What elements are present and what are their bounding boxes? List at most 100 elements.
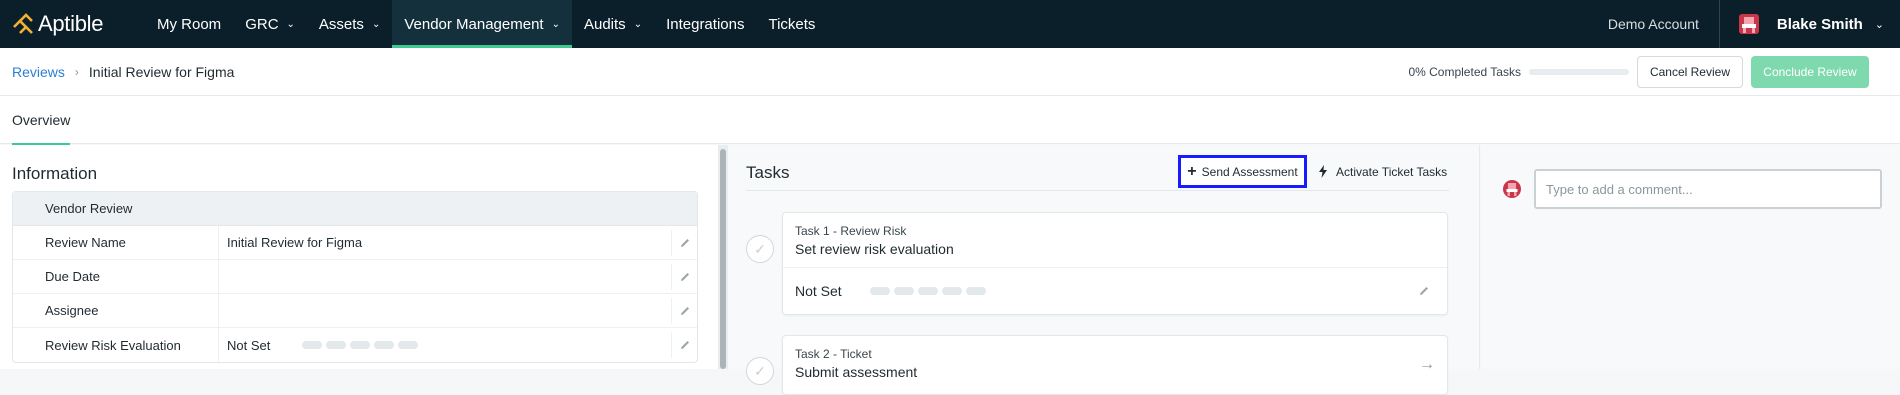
info-label: Assignee (13, 293, 219, 328)
chevron-down-icon: ⌄ (633, 18, 643, 30)
aptible-logo-icon (13, 13, 33, 34)
nav-item-my-room[interactable]: My Room (145, 0, 233, 48)
edit-due-date-button[interactable] (671, 264, 697, 290)
nav-item-grc[interactable]: GRC ⌄ (233, 0, 307, 48)
comments-panel (1481, 145, 1900, 369)
risk-dot (917, 287, 938, 295)
chevron-right-icon: › (74, 64, 79, 79)
edit-review-name-button[interactable] (671, 230, 697, 256)
nav-label: Audits (583, 15, 626, 33)
demo-account-link[interactable]: Demo Account (1588, 0, 1720, 48)
risk-level-indicator (869, 287, 990, 295)
information-table: Vendor Review Review Name Initial Review… (12, 191, 698, 363)
edit-risk-evaluation-button[interactable] (671, 332, 697, 358)
tasks-panel: Tasks + Send Assessment Activate Ticket … (728, 145, 1480, 395)
cancel-review-button[interactable]: Cancel Review (1636, 55, 1743, 88)
info-label: Review Risk Evaluation (13, 328, 219, 362)
activate-ticket-tasks-label: Activate Ticket Tasks (1336, 164, 1448, 179)
pencil-icon (680, 273, 689, 281)
user-avatar-icon (1738, 14, 1759, 34)
page-header: Reviews › Initial Review for Figma 0% Co… (0, 48, 1900, 96)
task-name: Submit assessment (795, 364, 918, 380)
info-row-review-name: Review Name Initial Review for Figma (13, 225, 697, 260)
task-name: Set review risk evaluation (795, 241, 954, 257)
arrow-right-icon[interactable]: → (1419, 356, 1435, 374)
user-name: Blake Smith (1776, 15, 1863, 33)
send-assessment-button[interactable]: + Send Assessment (1178, 155, 1307, 188)
chevron-down-icon: ⌄ (371, 18, 381, 30)
nav-right: Demo Account Blake Smith ⌄ (1588, 0, 1900, 48)
chevron-down-icon: ⌄ (551, 18, 560, 30)
risk-level-indicator (302, 341, 422, 349)
task-card[interactable]: Task 2 - Ticket Submit assessment → (782, 335, 1448, 395)
info-value: Not Set (219, 338, 422, 353)
brand-logo[interactable]: Aptible (12, 11, 132, 37)
nav-label: Assets (318, 15, 364, 33)
panel-scrollbar[interactable] (718, 145, 728, 369)
header-actions: 0% Completed Tasks Cancel Review Conclud… (1408, 55, 1869, 88)
nav-label: Vendor Management (404, 15, 544, 33)
breadcrumb-reviews-link[interactable]: Reviews (12, 64, 65, 80)
check-icon: ✓ (754, 362, 766, 379)
task-subtitle: Task 2 - Ticket (795, 347, 872, 361)
activate-ticket-tasks-button[interactable]: Activate Ticket Tasks (1318, 155, 1447, 188)
top-navigation: Aptible My Room GRC ⌄ Assets ⌄ Vendor Mana… (0, 0, 1900, 48)
comment-input[interactable] (1534, 169, 1882, 209)
nav-label: GRC (245, 15, 279, 33)
task-header: Task 2 - Ticket Submit assessment (783, 336, 1447, 391)
info-row-assignee: Assignee (13, 293, 697, 328)
tab-bar: Overview (0, 96, 1900, 145)
pencil-icon (680, 307, 689, 315)
task-complete-checkbox[interactable]: ✓ (746, 235, 774, 263)
user-avatar-icon (1503, 180, 1521, 198)
info-label: Review Name (13, 225, 219, 260)
risk-dot (326, 341, 347, 349)
risk-dot (893, 287, 914, 295)
user-menu[interactable]: Blake Smith ⌄ (1720, 0, 1900, 48)
risk-dot (965, 287, 986, 295)
risk-dot (941, 287, 962, 295)
main-nav: My Room GRC ⌄ Assets ⌄ Vendor Management ⌄ … (145, 0, 827, 48)
task-status-row: Not Set (783, 268, 1447, 314)
risk-dot (302, 341, 323, 349)
info-label: Due Date (13, 259, 219, 294)
task-complete-checkbox[interactable]: ✓ (746, 357, 774, 385)
information-group-header: Vendor Review (13, 192, 697, 226)
nav-item-integrations[interactable]: Integrations (654, 0, 756, 48)
nav-item-tickets[interactable]: Tickets (756, 0, 827, 48)
risk-value: Not Set (227, 337, 271, 353)
nav-item-audits[interactable]: Audits ⌄ (572, 0, 654, 48)
breadcrumb-current: Initial Review for Figma (88, 63, 235, 80)
info-row-review-risk-evaluation: Review Risk Evaluation Not Set (13, 328, 697, 362)
conclude-review-button[interactable]: Conclude Review (1751, 55, 1869, 88)
task-header: Task 1 - Review Risk Set review risk eva… (783, 213, 1447, 268)
pencil-icon (680, 239, 689, 247)
risk-dot (398, 341, 419, 349)
task-card[interactable]: Task 1 - Review Risk Set review risk eva… (782, 212, 1448, 315)
progress-bar (1528, 68, 1629, 75)
task-subtitle: Task 1 - Review Risk (795, 224, 907, 238)
send-assessment-label: Send Assessment (1201, 164, 1298, 179)
tasks-divider (746, 190, 1449, 191)
lightning-bolt-icon (1319, 165, 1327, 178)
task-status: Not Set (795, 283, 842, 299)
edit-task-button[interactable] (1411, 278, 1437, 304)
plus-icon: + (1187, 162, 1197, 180)
risk-dot (350, 341, 371, 349)
progress-label: 0% Completed Tasks (1408, 64, 1521, 79)
information-panel: Information Vendor Review Review Name In… (0, 145, 718, 369)
nav-item-assets[interactable]: Assets ⌄ (307, 0, 392, 48)
scrollbar-thumb[interactable] (720, 149, 726, 369)
nav-label: Integrations (666, 15, 745, 33)
check-icon: ✓ (754, 240, 766, 257)
pencil-icon (680, 341, 689, 349)
nav-label: My Room (157, 15, 222, 33)
edit-assignee-button[interactable] (671, 298, 697, 324)
nav-item-vendor-management[interactable]: Vendor Management ⌄ (392, 0, 572, 48)
chevron-down-icon: ⌄ (286, 18, 295, 30)
tab-overview[interactable]: Overview (12, 96, 71, 145)
tasks-title: Tasks (746, 163, 790, 182)
risk-dot (869, 287, 890, 295)
info-value: Initial Review for Figma (227, 235, 363, 250)
brand-name: Aptible (38, 11, 104, 36)
